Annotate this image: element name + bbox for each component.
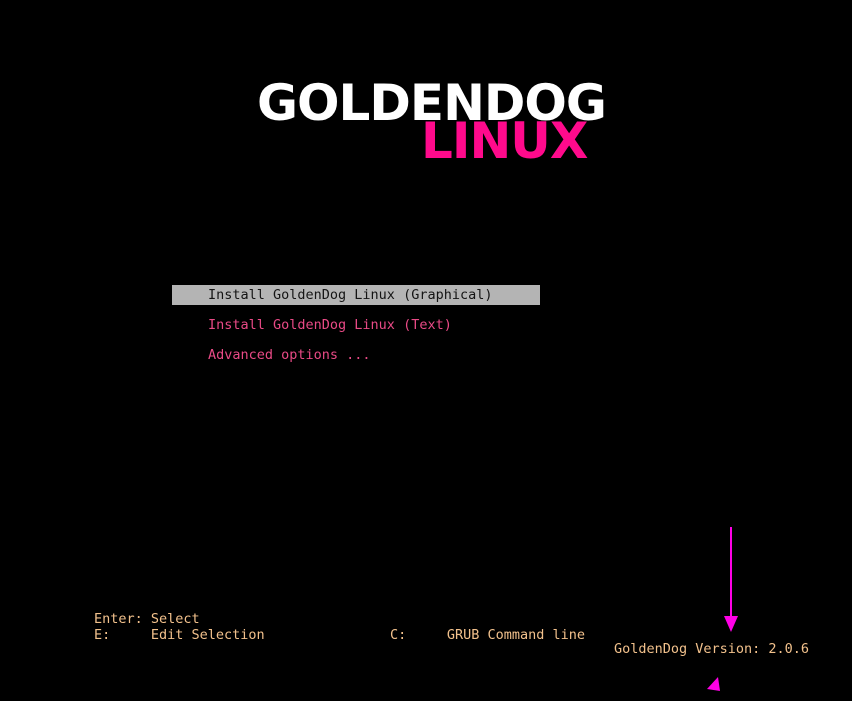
annotation-overlay (707, 527, 738, 691)
triangle-pointer-icon (707, 677, 720, 691)
arrow-down-icon (724, 527, 738, 632)
